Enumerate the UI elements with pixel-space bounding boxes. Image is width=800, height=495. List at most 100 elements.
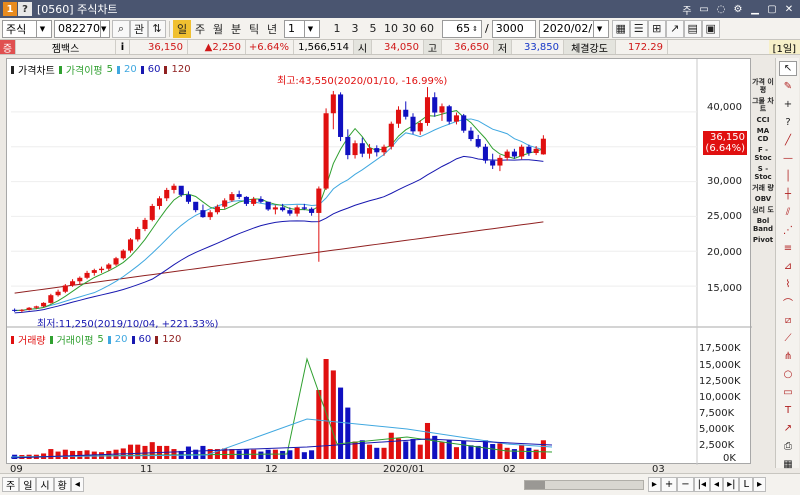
cursor-icon[interactable]: ↖ — [779, 61, 797, 76]
scroll-right-button[interactable]: ▸ — [647, 477, 661, 492]
indicator-sstoc[interactable]: S - Stoc — [752, 165, 774, 181]
indicator-macd[interactable]: MA CD — [752, 127, 774, 143]
candle-body — [70, 281, 76, 286]
indicator-cci[interactable]: CCI — [752, 116, 774, 124]
market-select[interactable]: 주식 ▼ — [2, 19, 52, 38]
bottom-week-button[interactable]: 주 — [2, 477, 20, 492]
indicator-volume[interactable]: 거래 량 — [752, 184, 774, 192]
preset-60-button[interactable]: 60 — [418, 20, 436, 38]
andrews-icon[interactable]: ⋔ — [779, 349, 797, 364]
bottom-status-button[interactable]: 황 — [53, 477, 71, 492]
indicator-psy[interactable]: 심리 도 — [752, 206, 774, 214]
crosshair-icon[interactable]: + — [779, 97, 797, 112]
grid-icon[interactable]: ⊞ — [647, 19, 666, 38]
volume-bar — [135, 444, 141, 459]
parallel-icon[interactable]: ⫽ — [779, 205, 797, 220]
scroll-thumb[interactable] — [524, 480, 545, 489]
sort-icon[interactable]: ⇅ — [148, 19, 166, 38]
trend-icon[interactable]: ↗ — [665, 19, 684, 38]
vline-icon[interactable]: │ — [779, 169, 797, 184]
help-icon[interactable]: ? — [18, 2, 32, 16]
gann-icon[interactable]: ⊿ — [779, 259, 797, 274]
cycle-icon[interactable]: ⌇ — [779, 277, 797, 292]
grid-icon[interactable]: ▦ — [779, 457, 797, 472]
period-week-button[interactable]: 주 — [191, 20, 209, 38]
chart-canvas[interactable] — [7, 59, 752, 465]
scroll-left-button[interactable]: ◂ — [70, 477, 84, 492]
preset-10-button[interactable]: 10 — [382, 20, 400, 38]
refresh-icon[interactable]: ◌ — [714, 2, 728, 16]
indicator-fstoc[interactable]: F - Stoc — [752, 146, 774, 162]
related-button[interactable]: 관 — [130, 19, 148, 38]
settings-icon[interactable]: ⚙ — [731, 2, 745, 16]
fibonacci-icon[interactable]: ≡ — [779, 241, 797, 256]
candle-body — [309, 208, 315, 213]
chevron-down-icon: ▼ — [304, 20, 316, 37]
total-stepper[interactable]: 3000 — [491, 19, 536, 38]
save-icon[interactable]: ▣ — [701, 19, 720, 38]
volume-tick: 0K — [723, 453, 736, 464]
hline-icon[interactable]: — — [779, 151, 797, 166]
zoom-out-button[interactable]: − — [677, 477, 694, 492]
bottom-day-button[interactable]: 일 — [19, 477, 37, 492]
volume-legend-main: 거래량 — [18, 336, 46, 347]
candle-body — [113, 258, 119, 265]
period-tick-button[interactable]: 틱 — [245, 20, 263, 38]
fan-icon[interactable]: ⋰ — [779, 223, 797, 238]
count-stepper[interactable]: 65 ⇕ — [442, 19, 482, 38]
code-input[interactable]: 082270 ▼ — [54, 19, 110, 38]
indicator-obv[interactable]: OBV — [752, 195, 774, 203]
prev-button[interactable]: ◂ — [710, 477, 724, 492]
last-button[interactable]: ▸| — [723, 477, 740, 492]
channel-icon[interactable]: ⧄ — [779, 313, 797, 328]
chart-icon[interactable]: ▤ — [683, 19, 702, 38]
date-picker[interactable]: 2020/02/13 ▼ — [538, 19, 609, 38]
text-icon[interactable]: T — [779, 403, 797, 418]
link-icon[interactable]: 주 — [680, 2, 694, 17]
interval-select[interactable]: 1 ▼ — [284, 19, 320, 38]
stock-name: 젬백스 — [16, 40, 116, 55]
minimize-icon[interactable]: ▁ — [748, 2, 762, 16]
close-icon[interactable]: ✕ — [782, 2, 796, 16]
help-icon[interactable]: ? — [779, 115, 797, 130]
candle-body — [330, 94, 336, 114]
list-icon[interactable]: ☰ — [629, 19, 648, 38]
price-legend-ma-label: 가격이평 — [65, 66, 103, 77]
indicator-net[interactable]: 그물 차트 — [752, 97, 774, 113]
search-icon[interactable]: ⌕ — [112, 19, 130, 38]
candle-body — [301, 207, 307, 209]
reset-button[interactable]: L — [739, 477, 754, 492]
arrow-icon[interactable]: ↗ — [779, 421, 797, 436]
chart-scrollbar[interactable] — [523, 479, 644, 490]
first-button[interactable]: |◂ — [693, 477, 711, 492]
eraser-icon[interactable]: ✎ — [779, 79, 797, 94]
fit-button[interactable]: ▸ — [753, 477, 767, 492]
period-minute-button[interactable]: 분 — [227, 20, 245, 38]
period-year-button[interactable]: 년 — [263, 20, 281, 38]
info-icon[interactable]: i — [116, 40, 130, 54]
candle-body — [323, 113, 329, 189]
indicator-bollinger[interactable]: Bol Band — [752, 217, 774, 233]
arc-icon[interactable]: ⌒ — [779, 295, 797, 310]
calendar-icon[interactable]: ▦ — [611, 19, 630, 38]
candle-body — [178, 185, 184, 195]
preset-1-button[interactable]: 1 — [328, 20, 346, 38]
cross-icon[interactable]: ┼ — [779, 187, 797, 202]
indicator-pivot[interactable]: Pivot — [752, 236, 774, 244]
zoom-in-button[interactable]: + — [660, 477, 678, 492]
chart-panel[interactable]: 가격차트 가격이평 5 20 60 120 거래량 거래이평 5 20 60 1… — [6, 58, 752, 465]
layout-icon[interactable]: ▭ — [697, 2, 711, 16]
bottom-time-button[interactable]: 시 — [36, 477, 54, 492]
period-day-button[interactable]: 일 — [173, 19, 191, 38]
preset-30-button[interactable]: 30 — [400, 20, 418, 38]
trendline-icon[interactable]: ╱ — [779, 133, 797, 148]
indicator-ma[interactable]: 가격 이평 — [752, 78, 774, 94]
rect-icon[interactable]: ▭ — [779, 385, 797, 400]
preset-3-button[interactable]: 3 — [346, 20, 364, 38]
maximize-icon[interactable]: ▢ — [765, 2, 779, 16]
print-icon[interactable]: ⎙ — [779, 439, 797, 454]
preset-5-button[interactable]: 5 — [364, 20, 382, 38]
speed-icon[interactable]: ⟋ — [779, 331, 797, 346]
circle-icon[interactable]: ○ — [779, 367, 797, 382]
period-month-button[interactable]: 월 — [209, 20, 227, 38]
